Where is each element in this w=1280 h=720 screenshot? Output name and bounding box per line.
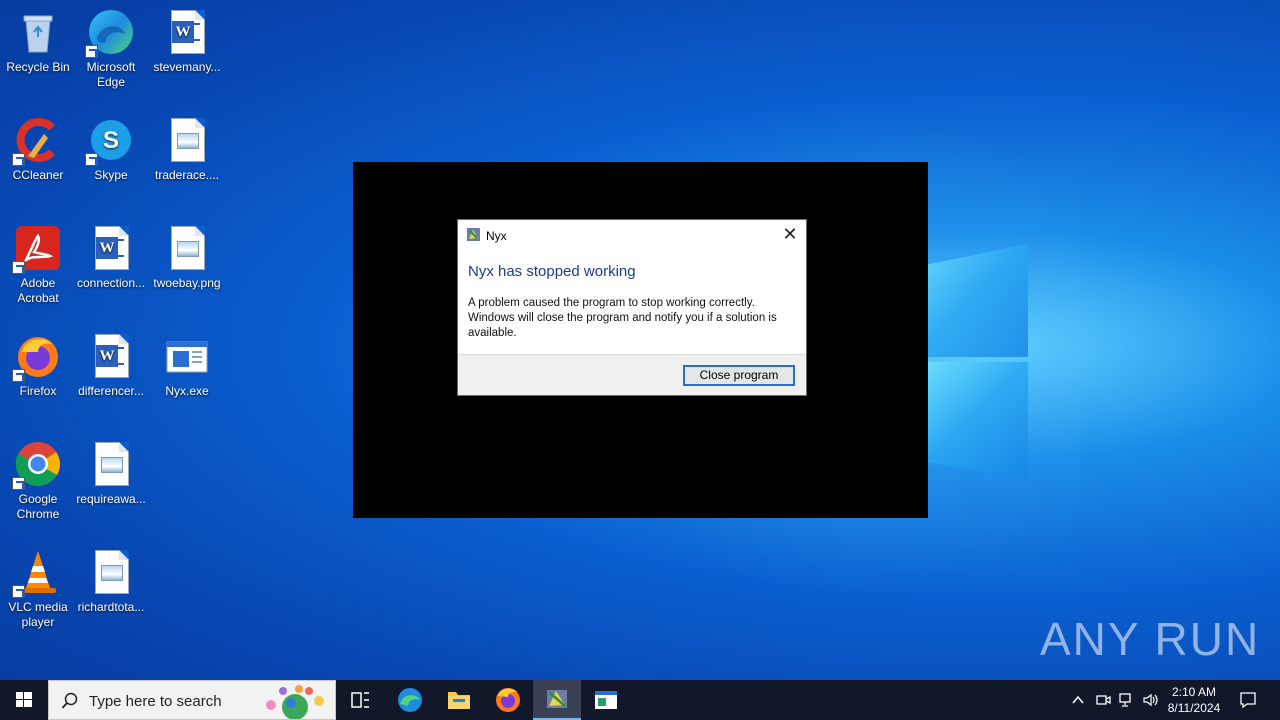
- close-icon[interactable]: ✕: [780, 224, 800, 244]
- chrome-icon: [12, 440, 62, 490]
- desktop-icon-recycle-bin[interactable]: Recycle Bin: [0, 8, 76, 75]
- search-placeholder: Type here to search: [89, 693, 222, 710]
- task-view-icon: [351, 692, 369, 708]
- clock-time: 2:10 AM: [1171, 685, 1217, 699]
- search-icon: [61, 692, 78, 709]
- task-view-button[interactable]: [336, 680, 384, 720]
- svg-text:S: S: [103, 127, 119, 154]
- clock-date: 8/11/2024: [1167, 701, 1221, 715]
- word-document-icon: W: [87, 332, 135, 380]
- taskbar-firefox[interactable]: [484, 680, 532, 720]
- image-file-icon: [163, 224, 211, 272]
- desktop-icon-nyx-exe[interactable]: Nyx.exe: [149, 332, 225, 399]
- desktop-icon-firefox[interactable]: Firefox: [0, 332, 76, 399]
- acrobat-icon: [12, 224, 62, 274]
- taskbar-window-app[interactable]: [582, 680, 630, 720]
- firefox-icon: [496, 688, 520, 712]
- desktop-icon-word-doc-3[interactable]: W differencer...: [73, 332, 149, 399]
- image-file-icon: [87, 548, 135, 596]
- desktop-icon-google-chrome[interactable]: Google Chrome: [0, 440, 76, 522]
- taskbar-file-explorer[interactable]: [435, 680, 483, 720]
- dialog-title: Nyx: [486, 229, 507, 243]
- image-file-icon: [87, 440, 135, 488]
- window-app-icon: [595, 691, 617, 709]
- taskbar-edge[interactable]: [386, 680, 434, 720]
- recycle-bin-icon: [14, 8, 62, 56]
- desktop-icon-image-file-3[interactable]: requireawa...: [73, 440, 149, 507]
- desktop-icon-image-file-2[interactable]: twoebay.png: [149, 224, 225, 291]
- desktop-icon-image-file-1[interactable]: traderace....: [149, 116, 225, 183]
- folder-icon: [448, 692, 470, 709]
- desktop-icon-adobe-acrobat[interactable]: Adobe Acrobat: [0, 224, 76, 306]
- taskbar: Type here to search 2:10 AM 8/11/2024: [0, 680, 1280, 720]
- watermark-text: ANY RUN: [1040, 613, 1261, 665]
- ccleaner-icon: [12, 116, 62, 166]
- desktop-icon-image-file-4[interactable]: richardtota...: [73, 548, 149, 615]
- nyx-app-icon: [467, 228, 480, 241]
- taskbar-clock[interactable]: 2:10 AM 8/11/2024: [1160, 684, 1228, 716]
- image-file-icon: [163, 116, 211, 164]
- desktop-icon-vlc[interactable]: VLC media player: [0, 548, 76, 630]
- notification-icon[interactable]: [1238, 690, 1258, 710]
- vlc-cone-icon: [12, 548, 62, 598]
- error-dialog: Nyx ✕ Nyx has stopped working A problem …: [457, 219, 807, 396]
- firefox-icon: [12, 332, 62, 382]
- chevron-up-icon[interactable]: [1070, 692, 1086, 708]
- taskbar-search-box[interactable]: Type here to search: [48, 680, 336, 720]
- edge-icon: [398, 688, 422, 712]
- nyx-app-icon: [547, 690, 567, 708]
- close-program-button[interactable]: Close program: [683, 365, 795, 386]
- desktop-icon-ccleaner[interactable]: CCleaner: [0, 116, 76, 183]
- desktop-icon-word-doc-2[interactable]: W connection...: [73, 224, 149, 291]
- dialog-footer: Close program: [458, 354, 806, 395]
- skype-icon: S: [85, 116, 135, 166]
- windows-icon: [16, 692, 32, 707]
- word-document-icon: W: [163, 8, 211, 56]
- desktop-icon-skype[interactable]: S Skype: [73, 116, 149, 183]
- meet-now-icon[interactable]: [1094, 691, 1112, 709]
- desktop-icon-word-doc-1[interactable]: W stevemany...: [149, 8, 225, 75]
- dialog-heading: Nyx has stopped working: [468, 263, 636, 280]
- volume-icon[interactable]: [1142, 691, 1160, 709]
- edge-icon: [85, 8, 135, 58]
- desktop-icon-microsoft-edge[interactable]: Microsoft Edge: [73, 8, 149, 90]
- network-icon[interactable]: [1118, 691, 1136, 709]
- word-document-icon: W: [87, 224, 135, 272]
- search-highlight-icon: [266, 685, 324, 719]
- executable-icon: [163, 332, 211, 380]
- taskbar-nyx[interactable]: [533, 680, 581, 720]
- dialog-message: A problem caused the program to stop wor…: [468, 297, 777, 339]
- start-button[interactable]: [0, 680, 48, 720]
- anyrun-watermark: ANY RUN: [1040, 612, 1260, 666]
